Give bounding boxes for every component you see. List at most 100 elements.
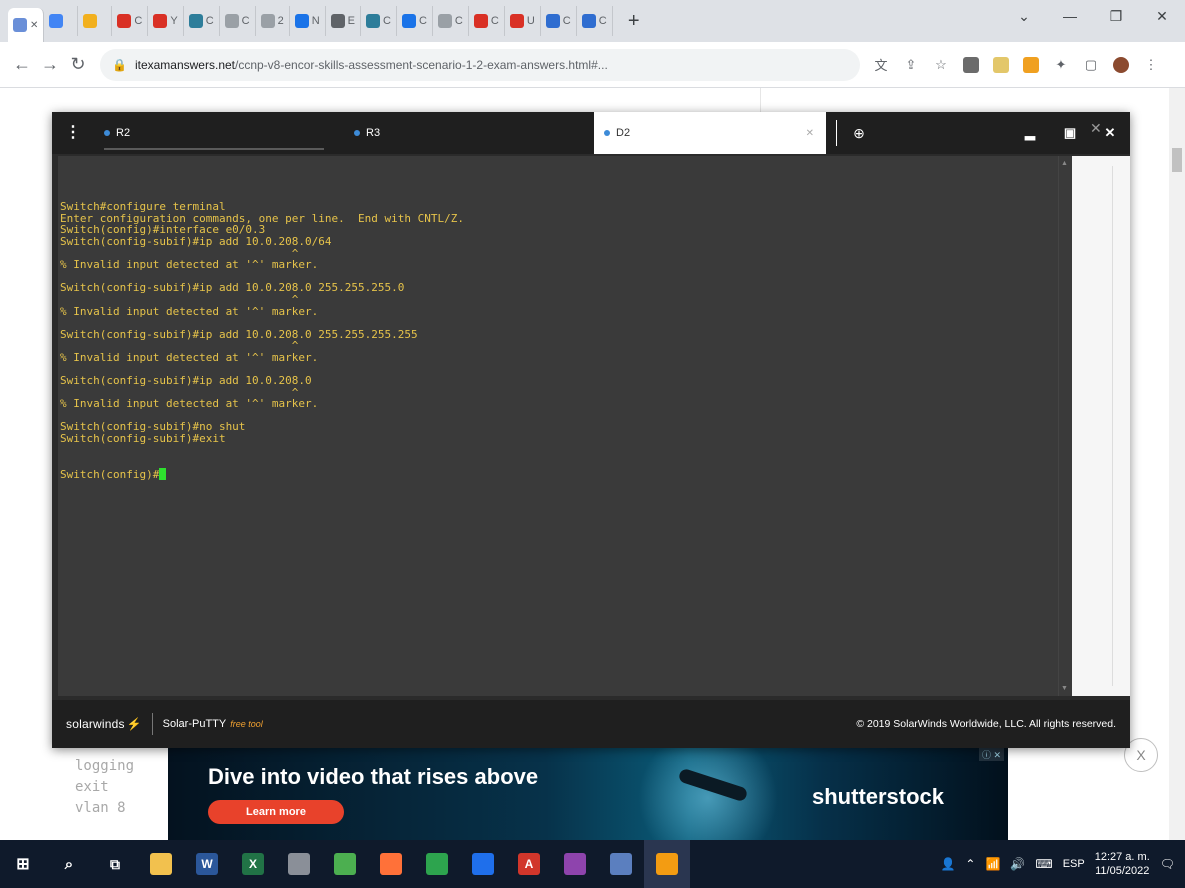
tab-label: C [241, 15, 250, 27]
close-session-icon[interactable]: ✕ [806, 128, 814, 139]
people-icon[interactable]: 👤 [940, 857, 955, 871]
taskbar-app-button[interactable]: X [230, 840, 276, 888]
language-indicator[interactable]: ESP [1063, 858, 1085, 870]
new-tab-button[interactable]: + [619, 10, 649, 33]
extension-icon[interactable] [990, 54, 1012, 76]
browser-tab[interactable]: U [505, 6, 541, 36]
scroll-up-icon[interactable]: ▲ [1061, 160, 1068, 167]
translate-icon[interactable]: 文 [870, 54, 892, 76]
session-tab-r3[interactable]: R3 [344, 112, 594, 154]
network-icon[interactable]: 📶 [985, 857, 1000, 871]
tab-label: C [454, 15, 463, 27]
terminal-scrollbar[interactable]: ▲ ▼ [1058, 156, 1072, 696]
terminal-output[interactable]: Switch#configure terminal Enter configura… [58, 156, 1058, 696]
ad-learn-more-button[interactable]: Learn more [208, 800, 344, 824]
browser-tab[interactable]: Y [148, 6, 184, 36]
reload-button[interactable]: ↻ [64, 54, 92, 75]
side-panel-icon[interactable]: ▢ [1080, 54, 1102, 76]
minimize-button[interactable]: — [1047, 8, 1093, 25]
browser-tab[interactable]: 2 [256, 6, 290, 36]
browser-tab[interactable] [78, 6, 113, 36]
taskbar-app-button[interactable] [322, 840, 368, 888]
clock-date: 11/05/2022 [1095, 865, 1150, 877]
toolbar: ← → ↻ 🔒 itexamanswers.net/ccnp-v8-encor-… [0, 42, 1185, 88]
browser-tab-strip: ✕ C Y C C 2 N E C C C C U C C + ⌄ — ❐ ✕ [0, 0, 1185, 42]
tab-search-icon[interactable]: ⌄ [1001, 8, 1047, 25]
forward-button[interactable]: → [36, 54, 64, 75]
terminal-line: % Invalid input detected at '^' marker. [60, 350, 319, 364]
taskbar-app-button[interactable] [276, 840, 322, 888]
browser-tab[interactable]: E [326, 6, 362, 36]
extension-icon[interactable] [960, 54, 982, 76]
adchoices-icon[interactable]: ⓘ ✕ [978, 748, 1004, 761]
keyboard-icon[interactable]: ⌨ [1035, 857, 1052, 871]
lock-icon: 🔒 [112, 57, 127, 72]
browser-tab[interactable]: C [112, 6, 149, 36]
taskbar-app-button[interactable] [598, 840, 644, 888]
browser-tab[interactable]: C [577, 6, 613, 36]
notifications-icon[interactable]: 🗨 [1160, 857, 1175, 871]
new-session-icon[interactable]: ⊕ [843, 112, 875, 154]
tab-label: C [205, 15, 214, 27]
tab-separator [836, 120, 837, 146]
putty-maximize-button[interactable]: ▣ [1050, 125, 1090, 141]
bookmark-star-icon[interactable]: ☆ [930, 54, 952, 76]
task-view-button[interactable]: ⧉ [92, 840, 138, 888]
word-icon: W [196, 853, 218, 875]
taskbar-app-button[interactable]: W [184, 840, 230, 888]
back-button[interactable]: ← [8, 54, 36, 75]
menu-icon[interactable]: ⋮ [1140, 54, 1162, 76]
clock[interactable]: 12:27 a. m. 11/05/2022 [1095, 850, 1150, 878]
browser-tab[interactable]: N [290, 6, 326, 36]
terminal-lines: Switch#configure terminal Enter configura… [60, 201, 1058, 444]
browser-tab[interactable]: C [469, 6, 505, 36]
page-scrollbar[interactable] [1169, 88, 1185, 840]
taskbar-app-button[interactable]: A [506, 840, 552, 888]
taskbar-app-button[interactable] [644, 840, 690, 888]
session-tab-label: R3 [366, 127, 381, 139]
browser-tab[interactable] [44, 6, 79, 36]
close-window-button[interactable]: ✕ [1139, 8, 1185, 25]
close-tab-icon[interactable]: ✕ [30, 20, 38, 31]
restore-button[interactable]: ❐ [1093, 8, 1139, 25]
search-button[interactable]: ⌕ [46, 840, 92, 888]
browser-tab[interactable]: C [184, 6, 220, 36]
taskbar-app-button[interactable] [460, 840, 506, 888]
extensions-puzzle-icon[interactable]: ✦ [1050, 54, 1072, 76]
ad-banner[interactable]: Dive into video that rises above Learn m… [168, 748, 1008, 844]
browser-tab[interactable]: C [220, 6, 256, 36]
page-scrollbar-thumb[interactable] [1172, 148, 1182, 172]
taskbar-app-button[interactable] [368, 840, 414, 888]
share-icon[interactable]: ⇪ [900, 54, 922, 76]
putty-minimize-button[interactable]: ▂ [1010, 125, 1050, 141]
screen: ✕ C Y C C 2 N E C C C C U C C + ⌄ — ❐ ✕ ← → ↻ 🔒 itexa… [0, 0, 1185, 888]
show-hidden-icons-icon[interactable]: ⌃ [965, 857, 975, 871]
address-bar[interactable]: 🔒 itexamanswers.net/ccnp-v8-encor-skills… [100, 48, 860, 81]
browser-tab[interactable]: C [433, 6, 469, 36]
tab-favicon-icon [509, 14, 524, 28]
session-tab-d2[interactable]: D2 ✕ [594, 112, 826, 154]
overlay-close-icon[interactable]: ✕ [1090, 120, 1102, 137]
putty-menu-icon[interactable]: ⋮ [52, 112, 94, 154]
browser-tab-active[interactable]: ✕ [8, 8, 45, 42]
extension-icon[interactable] [1020, 54, 1042, 76]
session-tab-r2[interactable]: R2 [94, 112, 344, 154]
taskbar-app-button[interactable] [414, 840, 460, 888]
tab-label: E [347, 15, 356, 27]
taskbar-app-button[interactable] [552, 840, 598, 888]
putty-tab-bar: ⋮ R2 R3 D2 ✕ ⊕ ▂ ▣ ✕ [52, 112, 1130, 154]
code-line: exit [75, 779, 109, 795]
browser-tab[interactable]: C [541, 6, 577, 36]
volume-icon[interactable]: 🔊 [1010, 857, 1025, 871]
system-tray: 👤 ⌃ 📶 🔊 ⌨ ESP 12:27 a. m. 11/05/2022 🗨 [940, 850, 1185, 878]
tab-favicon-icon [437, 14, 452, 28]
start-button[interactable]: ⊞ [0, 840, 46, 888]
tab-label: C [418, 15, 427, 27]
browser-tab[interactable]: C [361, 6, 397, 36]
profile-avatar[interactable] [1110, 54, 1132, 76]
side-panel-scrollbar[interactable] [1112, 166, 1126, 686]
scroll-down-icon[interactable]: ▼ [1061, 685, 1068, 692]
taskbar-app-button[interactable] [138, 840, 184, 888]
tab-favicon-icon [366, 14, 381, 28]
browser-tab[interactable]: C [397, 6, 433, 36]
